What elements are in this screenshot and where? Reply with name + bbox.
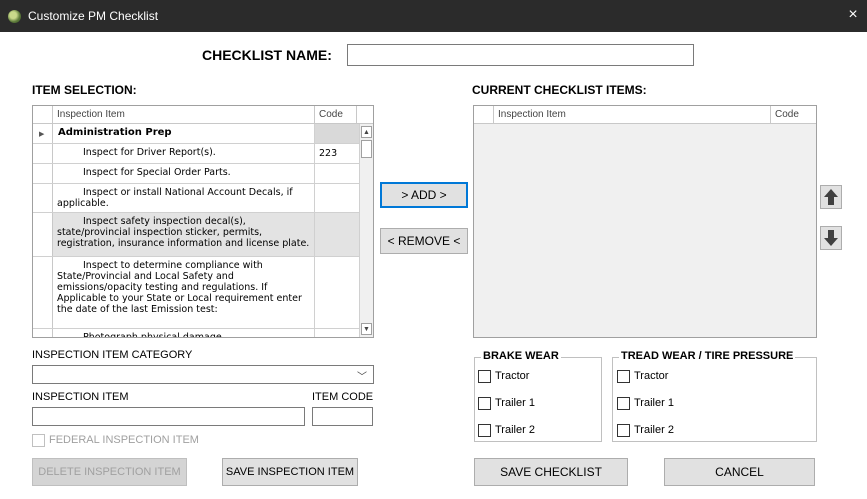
federal-inspection-checkbox[interactable] xyxy=(32,434,45,447)
column-header-inspection-item[interactable]: Inspection Item xyxy=(494,106,771,124)
tread-wear-trailer1-checkbox[interactable] xyxy=(617,397,630,410)
remove-button[interactable]: < REMOVE < xyxy=(380,228,468,254)
row-code xyxy=(315,257,359,328)
row-code: 223 xyxy=(319,148,338,159)
checklist-name-label: CHECKLIST NAME: xyxy=(202,47,332,63)
grid-header: Inspection Item Code xyxy=(474,106,816,124)
inspection-item-input[interactable] xyxy=(32,407,305,426)
add-button[interactable]: > ADD > xyxy=(380,182,468,208)
category-label: INSPECTION ITEM CATEGORY xyxy=(32,349,193,361)
vertical-scrollbar[interactable]: ▲ ▼ xyxy=(359,124,373,337)
scroll-thumb[interactable] xyxy=(361,140,372,158)
item-code-label: ITEM CODE xyxy=(312,391,374,403)
checklist-name-input[interactable] xyxy=(347,44,694,66)
table-row[interactable]: Inspect for Special Order Parts. xyxy=(33,164,359,184)
table-row[interactable]: Inspect for Driver Report(s). 223 xyxy=(33,144,359,164)
row-inspection-item: Inspect to determine compliance with Sta… xyxy=(53,257,315,328)
tread-wear-tractor-label: Tractor xyxy=(634,370,669,382)
brake-wear-group: BRAKE WEAR xyxy=(474,350,602,442)
grid-header: Inspection Item Code xyxy=(33,106,373,124)
row-inspection-item: Inspect safety inspection decal(s), stat… xyxy=(53,213,315,256)
chevron-down-icon: ﹀ xyxy=(357,372,367,383)
federal-inspection-label: FEDERAL INSPECTION ITEM xyxy=(49,434,199,446)
window-title: Customize PM Checklist xyxy=(28,9,159,23)
row-inspection-item: Inspect for Special Order Parts. xyxy=(53,164,315,183)
row-code xyxy=(315,329,359,337)
delete-inspection-item-button[interactable]: DELETE INSPECTION ITEM xyxy=(32,458,187,486)
category-select[interactable]: ﹀ xyxy=(32,365,374,384)
current-items-title: CURRENT CHECKLIST ITEMS: xyxy=(472,83,647,97)
row-inspection-item: Photograph physical damage xyxy=(53,329,315,337)
row-header-corner xyxy=(33,106,53,124)
table-row[interactable]: ▶ Administration Prep xyxy=(33,124,359,144)
row-code xyxy=(315,124,359,143)
grid-body: ▶ Administration Prep Inspect for Driver… xyxy=(33,124,359,337)
title-bar: Customize PM Checklist × xyxy=(0,0,867,32)
close-icon[interactable]: × xyxy=(845,6,861,24)
item-selection-title: ITEM SELECTION: xyxy=(32,83,137,97)
table-row[interactable]: Inspect to determine compliance with Sta… xyxy=(33,257,359,329)
table-row[interactable]: Inspect safety inspection decal(s), stat… xyxy=(33,213,359,257)
row-inspection-item: Inspect or install National Account Deca… xyxy=(53,184,315,212)
row-header-corner xyxy=(474,106,494,124)
item-selection-grid: Inspection Item Code ▶ Administration Pr… xyxy=(32,105,374,338)
brake-wear-trailer1-label: Trailer 1 xyxy=(495,397,535,409)
brake-wear-tractor-checkbox[interactable] xyxy=(478,370,491,383)
tread-wear-trailer2-label: Trailer 2 xyxy=(634,424,674,436)
scroll-down-icon[interactable]: ▼ xyxy=(361,323,372,335)
brake-wear-title: BRAKE WEAR xyxy=(481,350,561,362)
row-inspection-item: Inspect for Driver Report(s). xyxy=(53,144,315,163)
app-logo-icon xyxy=(8,10,21,23)
tread-wear-trailer2-checkbox[interactable] xyxy=(617,424,630,437)
brake-wear-trailer2-checkbox[interactable] xyxy=(478,424,491,437)
brake-wear-trailer2-label: Trailer 2 xyxy=(495,424,535,436)
row-code xyxy=(315,164,359,183)
move-up-button[interactable] xyxy=(820,185,842,209)
current-items-grid: Inspection Item Code xyxy=(473,105,817,338)
tread-wear-trailer1-label: Trailer 1 xyxy=(634,397,674,409)
row-code xyxy=(315,213,359,256)
arrow-up-icon xyxy=(824,189,838,205)
column-header-code[interactable]: Code xyxy=(315,106,357,124)
scroll-up-icon[interactable]: ▲ xyxy=(361,126,372,138)
move-down-button[interactable] xyxy=(820,226,842,250)
item-code-input[interactable] xyxy=(312,407,373,426)
brake-wear-trailer1-checkbox[interactable] xyxy=(478,397,491,410)
inspection-item-label: INSPECTION ITEM xyxy=(32,391,129,403)
table-row[interactable]: Inspect or install National Account Deca… xyxy=(33,184,359,213)
column-header-inspection-item[interactable]: Inspection Item xyxy=(53,106,315,124)
arrow-down-icon xyxy=(824,230,838,246)
column-header-code[interactable]: Code xyxy=(771,106,816,124)
brake-wear-tractor-label: Tractor xyxy=(495,370,530,382)
row-code xyxy=(315,184,359,212)
save-checklist-button[interactable]: SAVE CHECKLIST xyxy=(474,458,628,486)
cancel-button[interactable]: CANCEL xyxy=(664,458,815,486)
save-inspection-item-button[interactable]: SAVE INSPECTION ITEM xyxy=(222,458,358,486)
current-row-indicator-icon: ▶ xyxy=(39,130,45,138)
tread-wear-tractor-checkbox[interactable] xyxy=(617,370,630,383)
tread-wear-title: TREAD WEAR / TIRE PRESSURE xyxy=(619,350,796,362)
row-inspection-item: Administration Prep xyxy=(53,124,315,143)
table-row[interactable]: Photograph physical damage xyxy=(33,329,359,337)
